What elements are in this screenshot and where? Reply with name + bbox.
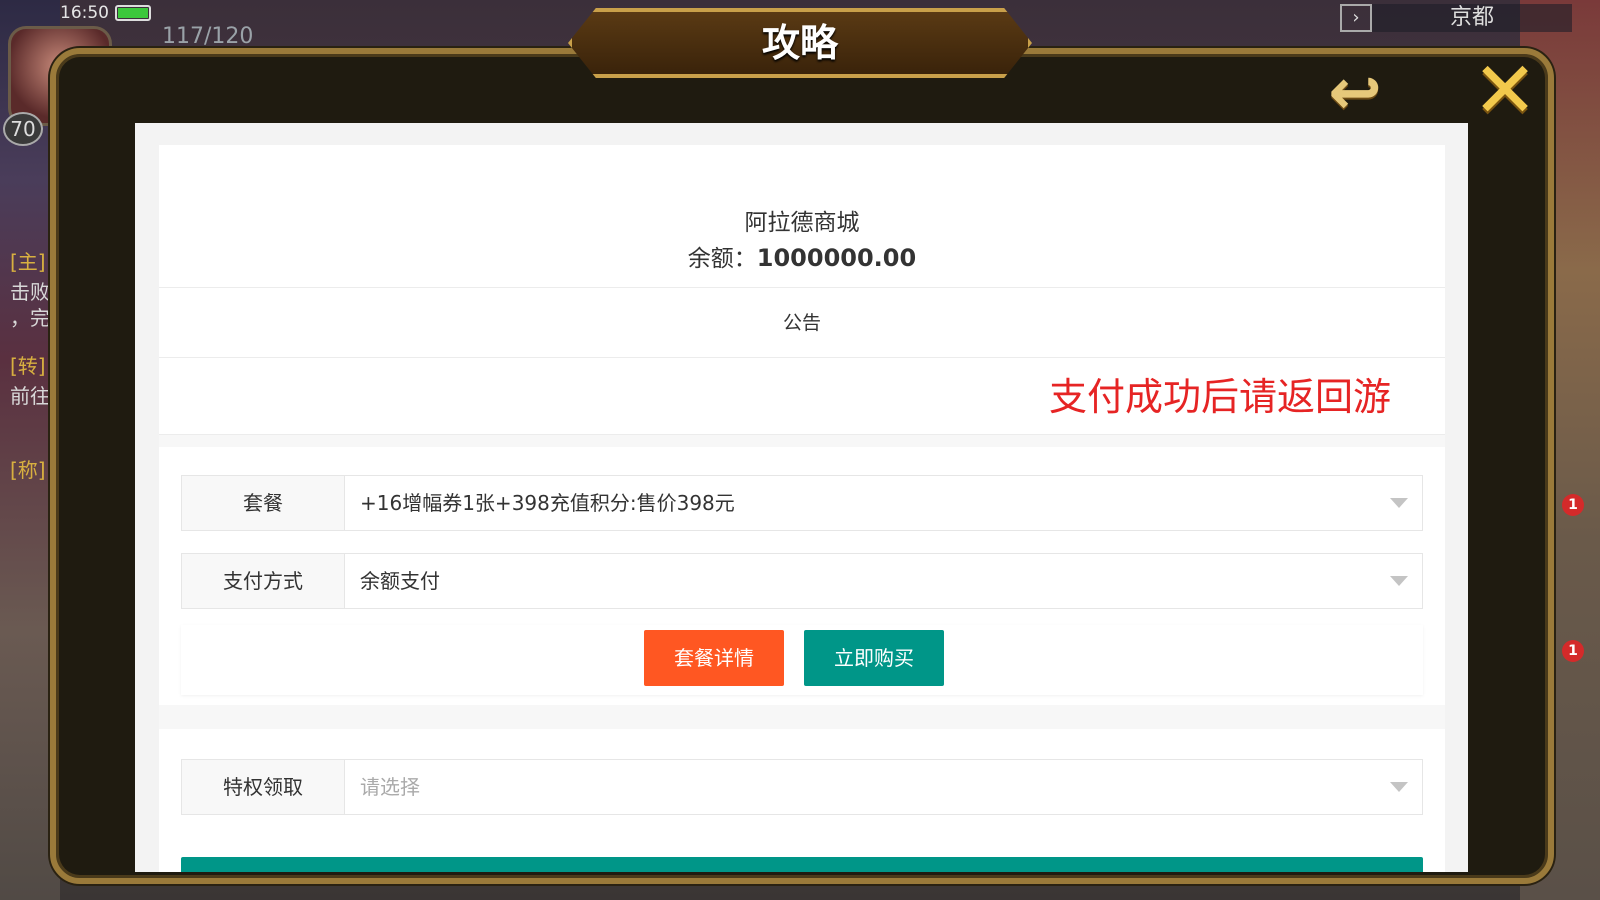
- section-gap: [159, 705, 1445, 729]
- clock: 16:50: [60, 3, 109, 23]
- shop-card: 阿拉德商城 余额：1000000.00 公告 支付成功后请返回游 套餐 +16增…: [159, 145, 1445, 872]
- back-button[interactable]: ↩: [1310, 61, 1400, 125]
- privilege-select[interactable]: 特权领取 请选择: [181, 759, 1423, 815]
- shop-name: 阿拉德商城: [744, 210, 860, 236]
- notice-title: 公告: [782, 312, 821, 334]
- payment-method-select[interactable]: 支付方式 余额支付: [181, 553, 1423, 609]
- chevron-down-icon: [1390, 498, 1408, 508]
- notification-badge: 1: [1562, 640, 1584, 662]
- payment-method-label: 支付方式: [182, 554, 345, 608]
- battery-icon: [115, 5, 151, 21]
- notification-badge: 1: [1562, 494, 1584, 516]
- quest-text: ，完: [10, 306, 50, 330]
- claim-privilege-button[interactable]: [181, 857, 1423, 872]
- quest-tag-title[interactable]: [称]: [10, 454, 46, 483]
- back-arrow-icon: ↩: [1328, 56, 1382, 130]
- package-value: +16增幅券1张+398充值积分:售价398元: [360, 491, 735, 515]
- privilege-label: 特权领取: [182, 760, 345, 814]
- privilege-placeholder: 请选择: [360, 775, 420, 799]
- balance-value: 1000000.00: [756, 244, 917, 272]
- energy-counter: 117/120: [162, 24, 254, 49]
- chevron-right-icon[interactable]: ›: [1340, 4, 1372, 32]
- divider: [159, 357, 1445, 358]
- section-gap: [159, 435, 1445, 447]
- package-details-button[interactable]: 套餐详情: [644, 630, 784, 686]
- chevron-down-icon: [1390, 782, 1408, 792]
- close-x-icon: ✕: [1472, 46, 1538, 136]
- balance-label: 余额：: [687, 246, 757, 272]
- level-badge: 70: [3, 112, 43, 146]
- notice-marquee: 支付成功后请返回游: [159, 360, 1424, 422]
- package-select[interactable]: 套餐 +16增幅券1张+398充值积分:售价398元: [181, 475, 1423, 531]
- package-label: 套餐: [182, 476, 345, 530]
- quest-tag-transfer[interactable]: [转]: [10, 350, 46, 379]
- quest-text: 击败: [10, 280, 50, 304]
- location-label: 京都: [1372, 4, 1572, 32]
- close-button[interactable]: ✕: [1470, 52, 1540, 130]
- chevron-down-icon: [1390, 576, 1408, 586]
- web-panel: 阿拉德商城 余额：1000000.00 公告 支付成功后请返回游 套餐 +16增…: [135, 123, 1468, 872]
- payment-method-value: 余额支付: [360, 569, 440, 593]
- quest-tag-main[interactable]: [主]: [10, 246, 46, 275]
- balance-row: 余额：1000000.00: [159, 239, 1445, 273]
- action-buttons: 套餐详情 立即购买: [181, 625, 1423, 695]
- divider: [159, 287, 1445, 288]
- buy-now-button[interactable]: 立即购买: [804, 630, 944, 686]
- quest-text: 前往: [10, 384, 50, 408]
- dialog-title: 攻略: [761, 21, 838, 65]
- notice-marquee-text: 支付成功后请返回游: [1049, 375, 1392, 419]
